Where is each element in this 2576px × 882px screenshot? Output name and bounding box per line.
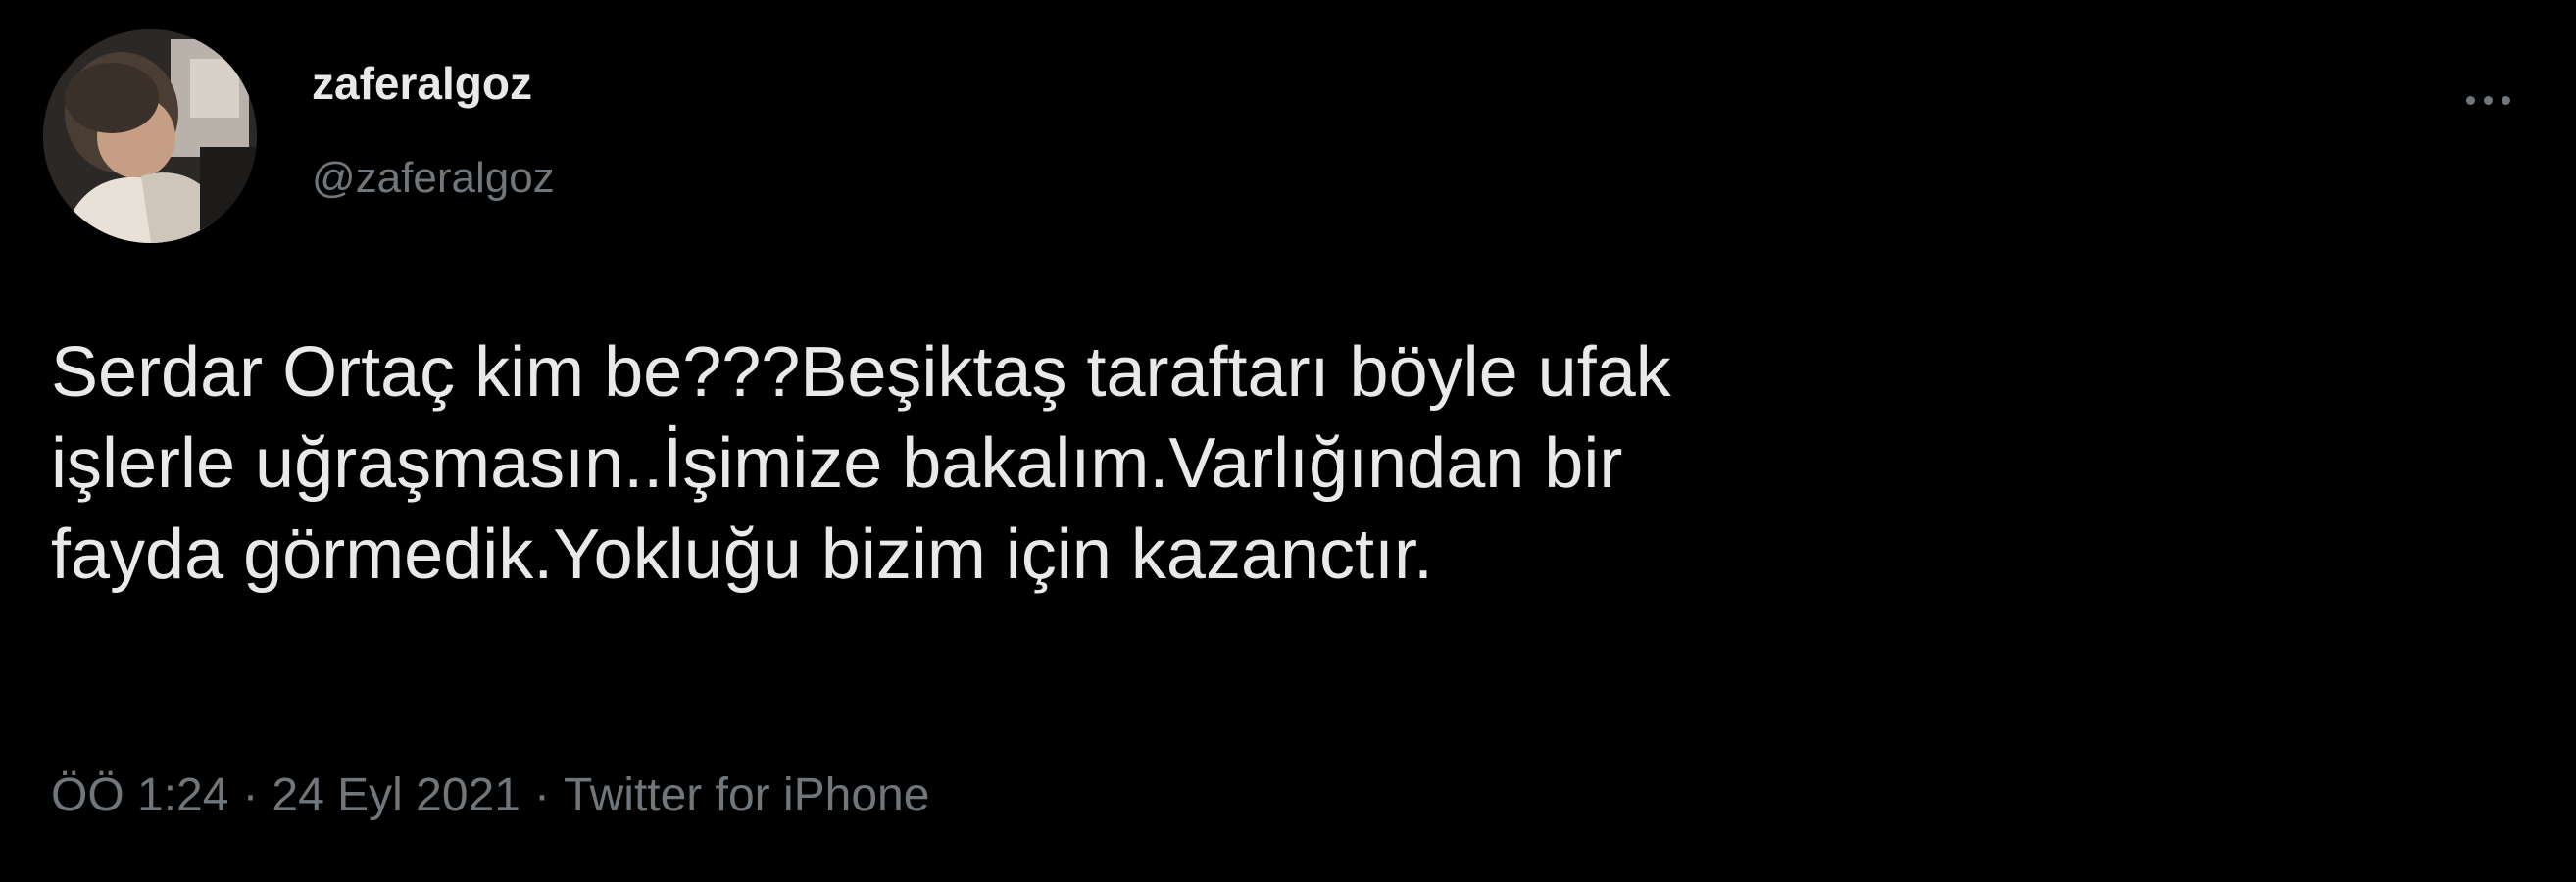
- author-handle[interactable]: @zaferalgoz: [312, 157, 555, 200]
- avatar-image: [43, 29, 257, 243]
- meta-separator: ·: [533, 769, 550, 821]
- tweet-card: zaferalgoz @zaferalgoz Serdar Ortaç kim …: [0, 0, 2576, 882]
- more-horizontal-icon-dot: [2501, 95, 2510, 105]
- tweet-metadata: ÖÖ 1:24 · 24 Eyl 2021 · Twitter for iPhone: [51, 772, 929, 819]
- avatar[interactable]: [43, 29, 257, 243]
- more-options-button[interactable]: [2449, 80, 2527, 120]
- more-horizontal-icon-dot: [2483, 95, 2493, 105]
- author-display-name[interactable]: zaferalgoz: [312, 61, 532, 106]
- tweet-source[interactable]: Twitter for iPhone: [564, 769, 930, 821]
- tweet-date[interactable]: 24 Eyl 2021: [272, 769, 520, 821]
- tweet-text: Serdar Ortaç kim be???Beşiktaş taraftarı…: [51, 333, 1671, 594]
- more-horizontal-icon: [2465, 95, 2475, 105]
- meta-separator: ·: [242, 769, 259, 821]
- tweet-time[interactable]: ÖÖ 1:24: [51, 769, 228, 821]
